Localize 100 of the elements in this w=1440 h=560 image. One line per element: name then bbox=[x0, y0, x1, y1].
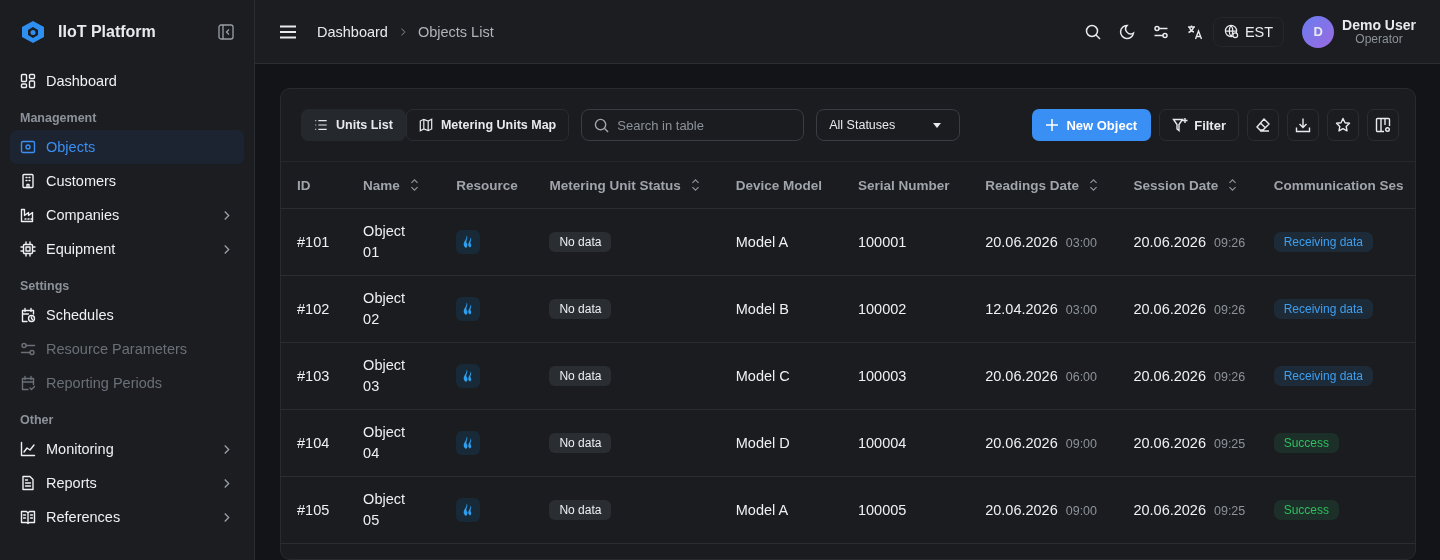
table-cell: 100003 bbox=[841, 342, 970, 410]
grid-icon bbox=[20, 73, 36, 89]
columns-button[interactable] bbox=[1367, 109, 1399, 141]
table-cell: #104 bbox=[281, 409, 348, 477]
chevron-right-icon bbox=[399, 26, 406, 37]
search-icon[interactable] bbox=[1084, 23, 1101, 40]
time-text: 09:26 bbox=[1214, 303, 1246, 317]
status-badge: No data bbox=[549, 366, 612, 386]
flame-icon bbox=[456, 364, 481, 388]
table-cell: Model D bbox=[719, 409, 842, 477]
table-cell: Model C bbox=[719, 342, 842, 410]
session-status-badge: Receiving data bbox=[1273, 366, 1374, 386]
table-cell: #101 bbox=[281, 208, 348, 276]
nav-item[interactable]: Equipment bbox=[10, 232, 244, 266]
date-text: 20.06.2026 bbox=[985, 368, 1058, 384]
timezone-button[interactable]: EST bbox=[1212, 16, 1285, 47]
time-text: 03:00 bbox=[1065, 303, 1097, 317]
flame-icon bbox=[456, 498, 481, 522]
calendar-clock-icon bbox=[20, 307, 36, 323]
column-header[interactable]: Session Date bbox=[1117, 161, 1258, 209]
nav-item[interactable]: Reports bbox=[10, 466, 244, 500]
star-icon bbox=[1335, 117, 1351, 133]
caret-icon bbox=[933, 122, 942, 128]
table-cell: Object 03 bbox=[347, 342, 441, 410]
flame-icon bbox=[456, 297, 481, 321]
column-header[interactable]: Readings Date bbox=[969, 161, 1118, 209]
chip-icon bbox=[20, 241, 36, 257]
globe-icon bbox=[1223, 24, 1239, 39]
search-icon bbox=[594, 118, 610, 133]
column-header: Communication Ses bbox=[1257, 161, 1415, 209]
list-icon bbox=[314, 118, 328, 132]
moon-icon[interactable] bbox=[1118, 23, 1135, 40]
session-status-badge: Success bbox=[1273, 433, 1339, 453]
table-cell: Object 02 bbox=[347, 275, 441, 343]
table-cell: #105 bbox=[281, 476, 348, 544]
nav-item[interactable]: Objects bbox=[10, 130, 244, 164]
user-role: Operator bbox=[1355, 32, 1403, 46]
user-name: Demo User bbox=[1342, 17, 1416, 33]
table-cell: 100002 bbox=[841, 275, 970, 343]
view-tab[interactable]: Units List bbox=[301, 109, 406, 141]
breadcrumb-link[interactable]: Dashboard bbox=[317, 23, 388, 40]
translate-icon[interactable] bbox=[1186, 23, 1203, 40]
breadcrumb-link[interactable]: Objects List bbox=[417, 23, 494, 40]
flame-icon bbox=[456, 230, 481, 254]
time-text: 03:00 bbox=[1065, 236, 1097, 250]
date-text: 20.06.2026 bbox=[1133, 435, 1206, 451]
favorite-button[interactable] bbox=[1327, 109, 1359, 141]
eraser-button[interactable] bbox=[1247, 109, 1279, 141]
date-text: 12.04.2026 bbox=[985, 301, 1058, 317]
time-text: 09:26 bbox=[1214, 236, 1246, 250]
book-icon bbox=[20, 509, 36, 525]
nav-item[interactable]: Customers bbox=[10, 164, 244, 198]
session-status-badge: Receiving data bbox=[1273, 232, 1374, 252]
search-field[interactable]: Search in table bbox=[581, 109, 805, 141]
date-text: 20.06.2026 bbox=[1133, 502, 1206, 518]
nav-item[interactable]: Monitoring bbox=[10, 432, 244, 466]
section-heading: Other bbox=[19, 412, 55, 429]
table-cell: 100005 bbox=[841, 476, 970, 544]
nav-item[interactable]: Companies bbox=[10, 198, 244, 232]
factory-icon bbox=[20, 207, 36, 223]
document-icon bbox=[20, 475, 36, 491]
menu-icon[interactable] bbox=[279, 24, 297, 39]
table-cell: Object 05 bbox=[347, 476, 441, 544]
date-text: 20.06.2026 bbox=[985, 234, 1058, 250]
nav-item[interactable]: Schedules bbox=[10, 298, 244, 332]
column-header[interactable]: Metering Unit Status bbox=[533, 161, 720, 209]
status-badge: No data bbox=[549, 232, 612, 252]
download-button[interactable] bbox=[1287, 109, 1319, 141]
date-text: 20.06.2026 bbox=[1133, 368, 1206, 384]
time-text: 09:00 bbox=[1065, 437, 1097, 451]
status-badge: No data bbox=[549, 299, 612, 319]
table-cell: Object 04 bbox=[347, 409, 441, 477]
date-text: 20.06.2026 bbox=[1133, 301, 1206, 317]
table-cell: #103 bbox=[281, 342, 348, 410]
table-cell: Model A bbox=[719, 476, 842, 544]
column-header: Serial Number bbox=[841, 161, 970, 209]
table-cell: Model A bbox=[719, 208, 842, 276]
filter-button[interactable]: Filter bbox=[1159, 109, 1239, 141]
time-text: 09:00 bbox=[1065, 504, 1097, 518]
table-cell: #102 bbox=[281, 275, 348, 343]
status-dropdown[interactable]: All Statuses bbox=[816, 109, 961, 141]
column-header[interactable]: Name bbox=[347, 161, 441, 209]
calendar-check-icon bbox=[20, 375, 36, 391]
plus-icon bbox=[1046, 119, 1059, 131]
building-icon bbox=[20, 173, 36, 189]
time-text: 09:25 bbox=[1214, 437, 1246, 451]
table-cell: 100004 bbox=[841, 409, 970, 477]
nav-item[interactable]: Dashboard bbox=[10, 64, 244, 98]
status-badge: No data bbox=[549, 433, 612, 453]
time-text: 06:00 bbox=[1065, 370, 1097, 384]
nav-item[interactable]: References bbox=[10, 500, 244, 534]
logo-icon bbox=[20, 20, 46, 44]
sidebar-collapse-icon[interactable] bbox=[218, 24, 234, 40]
filter-icon bbox=[1172, 117, 1189, 133]
time-text: 09:25 bbox=[1214, 504, 1246, 518]
sliders-icon[interactable] bbox=[1152, 23, 1169, 40]
table-cell: Model B bbox=[719, 275, 842, 343]
session-status-badge: Success bbox=[1273, 500, 1339, 520]
flame-icon bbox=[456, 431, 481, 455]
view-tab[interactable]: Metering Units Map bbox=[405, 109, 570, 141]
